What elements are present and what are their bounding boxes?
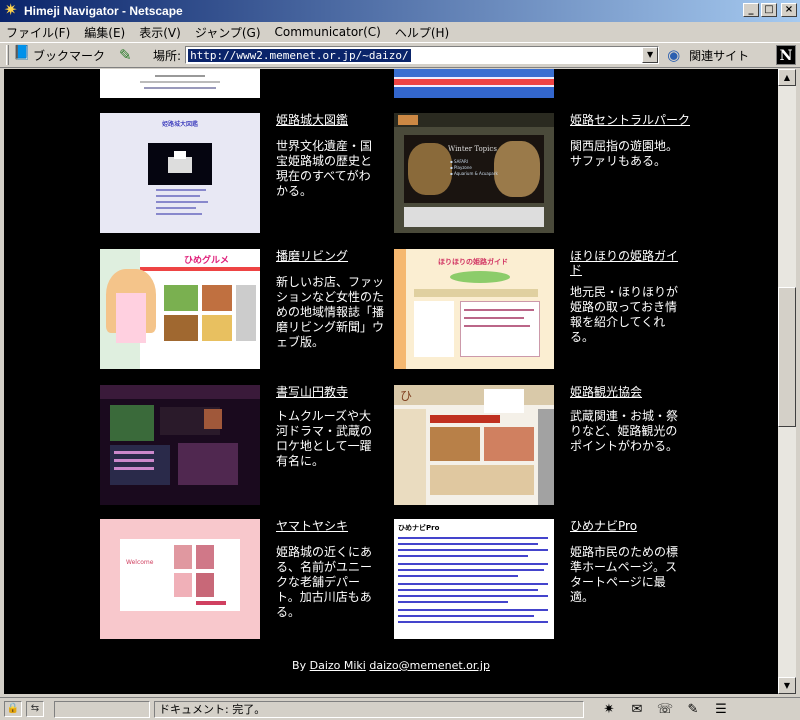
netscape-icon (4, 0, 20, 19)
related-sites-button[interactable]: 関連サイト (689, 47, 749, 64)
vertical-scrollbar[interactable]: ▲ ▼ (778, 69, 796, 694)
progress-bar (54, 700, 150, 718)
site-link-horihori-guide[interactable]: ほりほりの姫路ガイド (570, 249, 682, 277)
site-link-himenavi-pro[interactable]: ひめナビPro (570, 519, 680, 533)
navigator-icon[interactable]: ✷ (600, 702, 618, 717)
thumbnail-himenavi-pro[interactable]: ひめナビPro (394, 519, 554, 639)
thumbnail-harima-living[interactable]: ひめグルメ (100, 249, 260, 369)
thumbnail-himeji-castle-zukan[interactable]: 姫路城大図鑑 (100, 113, 260, 233)
url-field[interactable]: http://www2.memenet.or.jp/~daizo/ ▼ (185, 46, 660, 64)
thumbnail-horihori-guide[interactable]: ほりほりの姫路ガイド (394, 249, 554, 369)
thumb-gourmet-title: ひめグルメ (184, 256, 230, 266)
menu-bar: ファイル(F) 編集(E) 表示(V) ジャンプ(G) Communicator… (0, 22, 800, 42)
page-content: 姫路城大図鑑 姫路城大図鑑 世界文化遺産・国宝姫路城の歴史と現在のすべてがわかる… (4, 69, 778, 694)
scroll-up-button[interactable]: ▲ (778, 69, 796, 86)
site-link-yamatoyashiki[interactable]: ヤマトヤシキ (276, 519, 386, 533)
mail-icon[interactable]: ✉ (628, 702, 646, 717)
window-title: Himeji Navigator - Netscape (24, 4, 183, 18)
thumb-title: 姫路城大図鑑 (161, 121, 198, 128)
connection-icon[interactable]: ⇆ (26, 701, 44, 717)
status-text: ドキュメント: 完了。 (154, 700, 584, 718)
toolbar-grip[interactable] (6, 45, 9, 65)
thumbnail-partial-1[interactable] (100, 69, 260, 98)
site-link-tourism-association[interactable]: 姫路観光協会 (570, 385, 680, 399)
page-footer: By Daizo Miki daizo@memenet.or.jp (4, 659, 778, 672)
menu-edit[interactable]: 編集(E) (84, 24, 125, 41)
thumbnail-central-park[interactable]: Winter Topics ▪ SAFARI ▪ Playzone ▪ Aqua… (394, 113, 554, 233)
thumbnail-yamatoyashiki[interactable]: Welcome (100, 519, 260, 639)
address-book-icon[interactable]: ☰ (712, 702, 730, 717)
site-link-harima-living[interactable]: 播磨リビング (276, 249, 386, 263)
site-desc-yamatoyashiki: 姫路城の近くにある、名前がユニークな老舗デパート。加古川店もある。 (276, 545, 373, 619)
menu-view[interactable]: 表示(V) (139, 24, 181, 41)
title-bar: Himeji Navigator - Netscape _ □ × (0, 0, 800, 22)
status-bar: 🔒 ⇆ ドキュメント: 完了。 ✷ ✉ ☏ ✎ ☰ (0, 697, 800, 720)
menu-go[interactable]: ジャンプ(G) (195, 24, 261, 41)
composer-icon[interactable]: ✎ (684, 702, 702, 717)
site-desc-tourism-association: 武蔵関連・お城・祭りなど、姫路観光のポイントがわかる。 (570, 409, 679, 453)
netscape-logo[interactable]: N (776, 45, 796, 65)
thumbnail-engyoji[interactable] (100, 385, 260, 505)
thumb-guide-title: ほりほりの姫路ガイド (438, 258, 508, 266)
bookmark-icon[interactable] (13, 45, 31, 63)
site-desc-horihori-guide: 地元民・ほりほりが姫路の取っておき情報を紹介してくれる。 (570, 285, 679, 344)
site-link-himeji-castle-zukan[interactable]: 姫路城大図鑑 (276, 113, 386, 127)
close-button[interactable]: × (781, 3, 797, 17)
thumb-yamato-welcome: Welcome (126, 559, 154, 566)
minimize-button[interactable]: _ (743, 3, 759, 17)
menu-help[interactable]: ヘルプ(H) (395, 24, 449, 41)
email-link[interactable]: daizo@memenet.or.jp (369, 659, 490, 672)
author-link[interactable]: Daizo Miki (310, 659, 366, 672)
thumb-himenavi-title: ひめナビPro (398, 524, 440, 532)
security-lock-icon[interactable]: 🔒 (4, 701, 22, 717)
site-link-central-park[interactable]: 姫路セントラルパーク (570, 113, 700, 127)
newsgroup-icon[interactable]: ☏ (656, 702, 674, 717)
bookmarks-button[interactable]: ブックマーク (33, 47, 105, 64)
chevron-down-icon[interactable]: ▼ (642, 47, 659, 63)
site-desc-himeji-castle-zukan: 世界文化遺産・国宝姫路城の歴史と現在のすべてがわかる。 (276, 139, 373, 198)
footer-by: By (292, 659, 307, 672)
scroll-thumb[interactable] (778, 287, 796, 427)
page-proxy-icon[interactable]: ✎ (119, 46, 137, 64)
related-sites-icon[interactable]: ◉ (667, 46, 687, 64)
url-text[interactable]: http://www2.memenet.or.jp/~daizo/ (188, 48, 411, 62)
location-toolbar: ブックマーク ✎ 場所: http://www2.memenet.or.jp/~… (0, 42, 800, 68)
site-desc-central-park: 関西屈指の遊園地。サファリもある。 (570, 139, 679, 168)
thumb-winter-items: ▪ SAFARI ▪ Playzone ▪ Aquarium & Acuapar… (450, 159, 498, 176)
site-desc-himenavi-pro: 姫路市民のための標準ホームページ。スタートページに最適。 (570, 545, 679, 604)
site-link-engyoji[interactable]: 書写山円教寺 (276, 385, 386, 399)
menu-communicator[interactable]: Communicator(C) (275, 25, 381, 39)
site-desc-engyoji: トムクルーズや大河ドラマ・武蔵のロケ地として一躍有名に。 (276, 409, 373, 468)
location-label: 場所: (153, 48, 182, 63)
thumbnail-partial-2[interactable] (394, 69, 554, 98)
site-desc-harima-living: 新しいお店、ファッションなど女性のための地域情報誌「播磨リビング新聞」ウェブ版。 (276, 275, 385, 349)
thumb-winter-topics: Winter Topics (448, 145, 497, 153)
scroll-down-button[interactable]: ▼ (778, 677, 796, 694)
maximize-button[interactable]: □ (761, 3, 777, 17)
menu-file[interactable]: ファイル(F) (6, 24, 70, 41)
thumbnail-tourism-association[interactable]: ひ (394, 385, 554, 505)
